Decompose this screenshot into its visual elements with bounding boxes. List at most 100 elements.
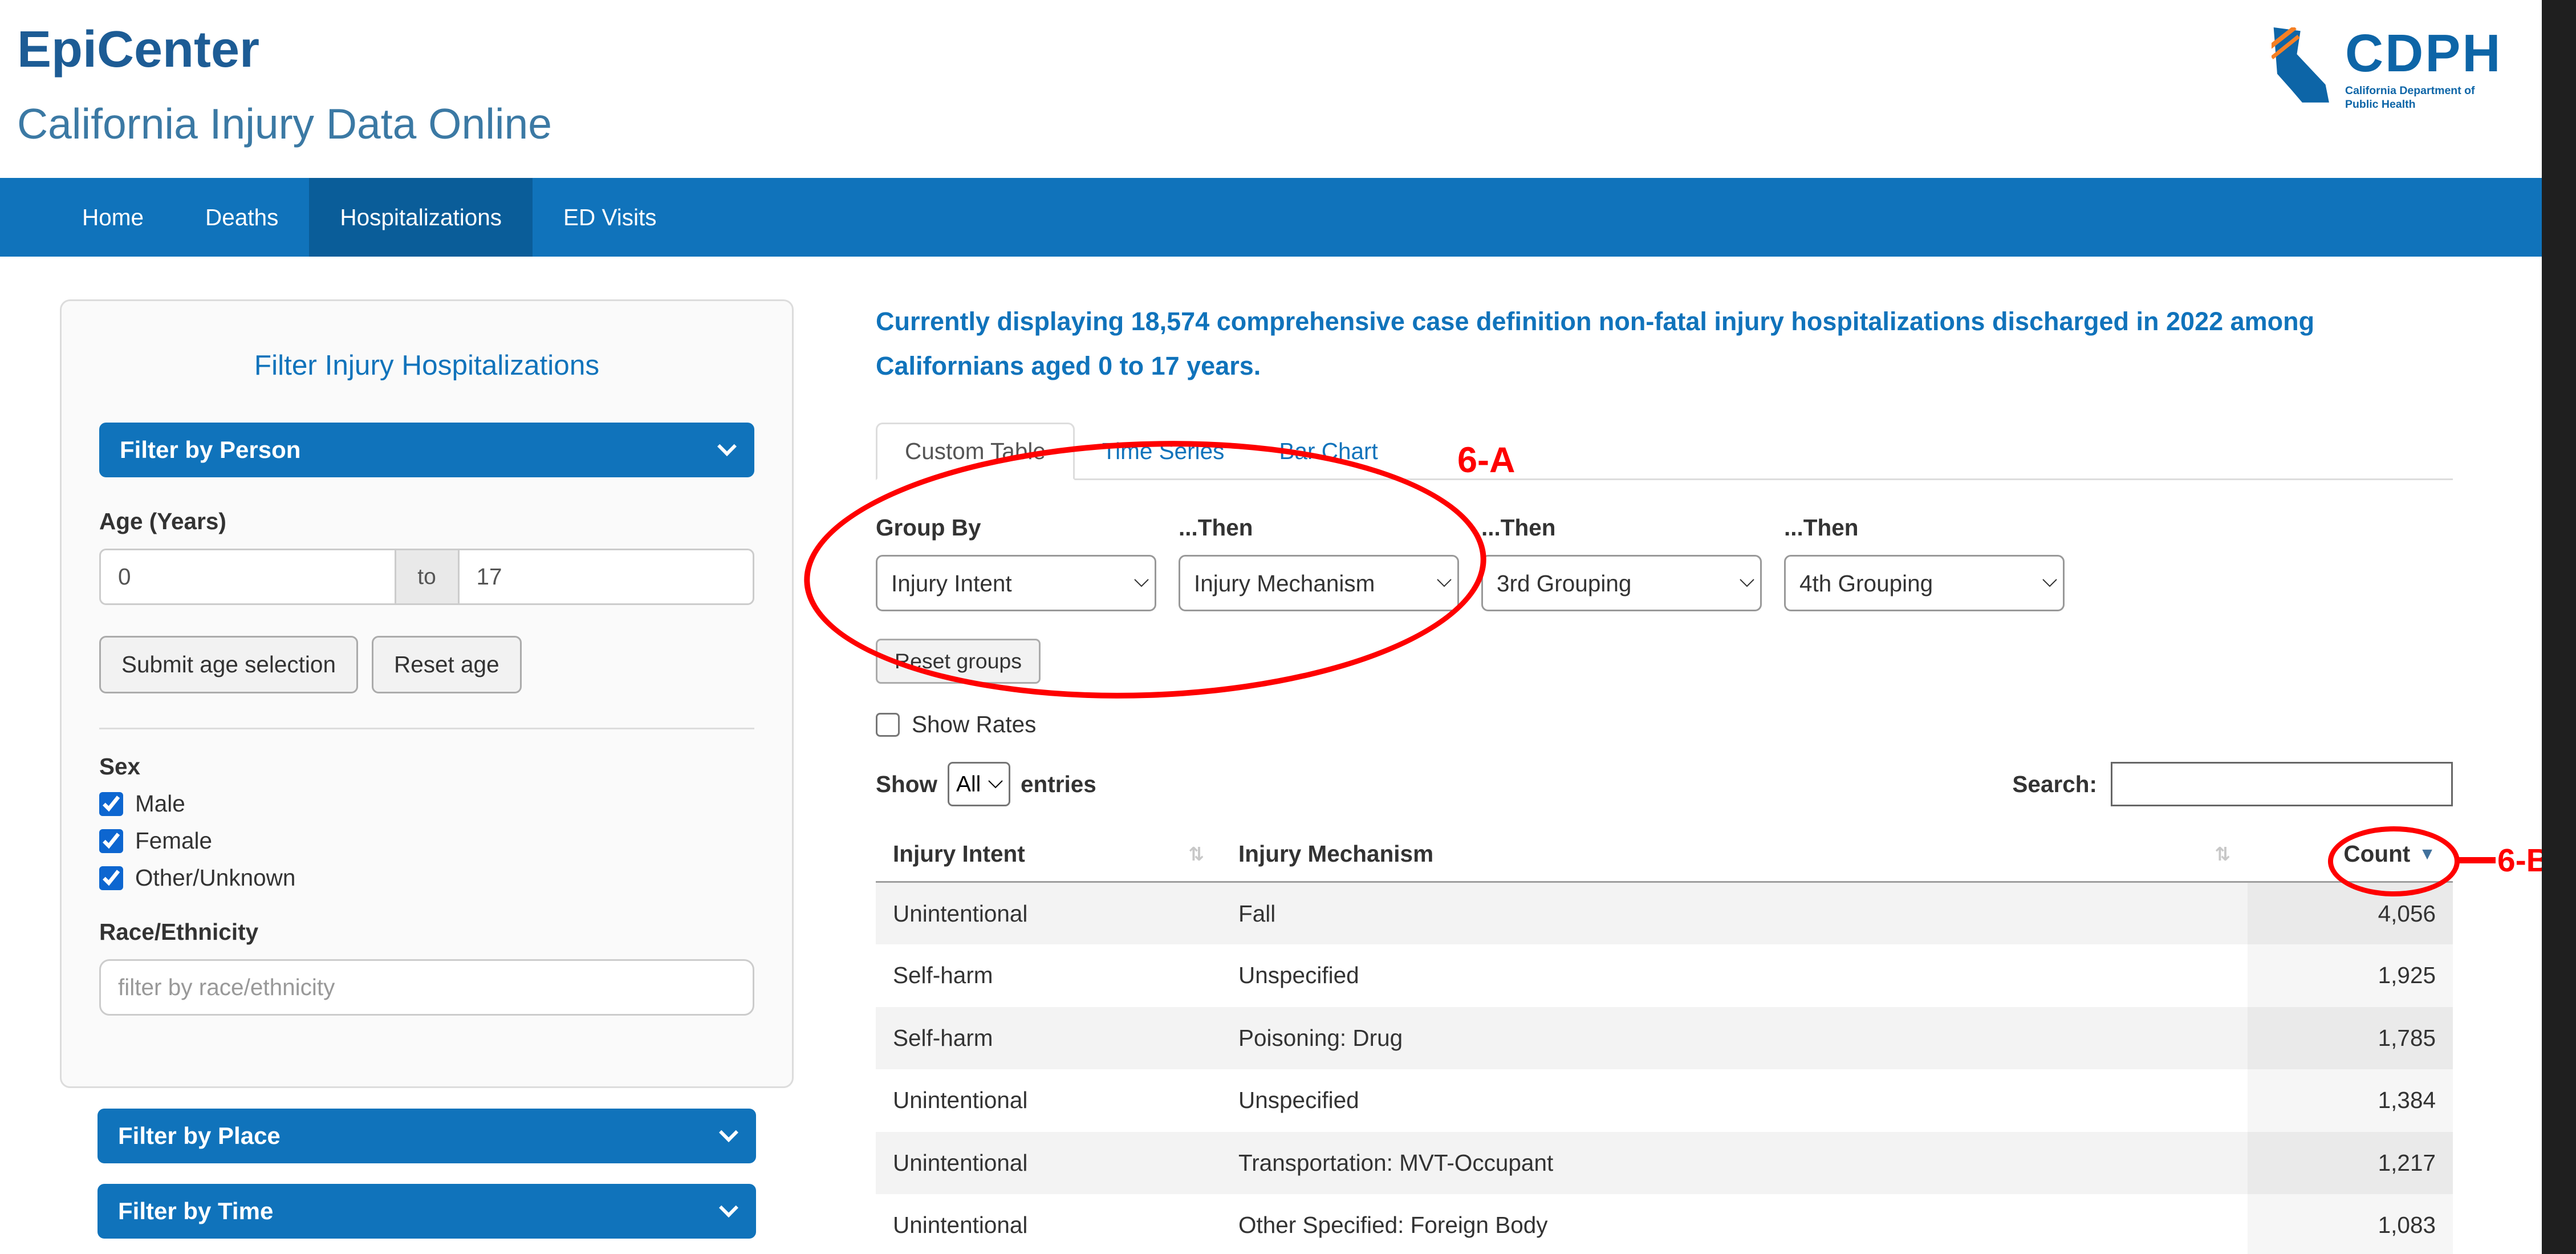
- injury-mechanism-cell: Poisoning: Drug: [1221, 1007, 2248, 1070]
- filter-by-place-header[interactable]: Filter by Place: [97, 1109, 756, 1163]
- female-checkbox[interactable]: [99, 829, 123, 853]
- sort-desc-icon: ▼: [2419, 845, 2436, 864]
- cdph-logo-text: CDPH California Department of Public Hea…: [2345, 27, 2502, 111]
- count-cell: 1,925: [2248, 944, 2453, 1007]
- filter-panel: Filter Injury Hospitalizations Filter by…: [60, 299, 794, 1088]
- show-rates-row[interactable]: Show Rates: [876, 711, 2453, 738]
- female-checkbox-label: Female: [135, 827, 212, 854]
- then-3-select[interactable]: 3rd Grouping: [1481, 555, 1762, 611]
- count-cell: 4,056: [2248, 882, 2453, 945]
- cdph-caption-line2: Public Health: [2345, 98, 2416, 111]
- then-2-label: ...Then: [1179, 514, 1459, 541]
- tab-bar: Custom Table Time Series Bar Chart: [876, 423, 2453, 480]
- injury-intent-header-label: Injury Intent: [893, 841, 1025, 867]
- main-nav: Home Deaths Hospitalizations ED Visits: [0, 178, 2576, 257]
- injury-intent-cell: Self-harm: [876, 944, 1221, 1007]
- grouping-column-4: ...Then 4th Grouping: [1784, 514, 2065, 611]
- reset-groups-button[interactable]: Reset groups: [876, 639, 1041, 684]
- injury-intent-cell: Unintentional: [876, 882, 1221, 945]
- table-row: Unintentional Other Specified: Foreign B…: [876, 1194, 2453, 1254]
- length-control: Show All entries: [876, 762, 1096, 806]
- nav-item-hospitalizations[interactable]: Hospitalizations: [309, 178, 533, 257]
- sort-icon: ⇅: [1188, 843, 1204, 865]
- count-cell: 1,785: [2248, 1007, 2453, 1070]
- chevron-down-icon: [719, 1123, 738, 1142]
- injury-intent-cell: Unintentional: [876, 1069, 1221, 1132]
- cdph-acronym: CDPH: [2345, 27, 2502, 79]
- male-checkbox-label: Male: [135, 790, 185, 817]
- filter-by-person-body: Age (Years) to Submit age selection Rese…: [99, 508, 754, 1016]
- sex-option-male[interactable]: Male: [99, 790, 754, 817]
- filter-by-person-label: Filter by Person: [120, 436, 300, 464]
- app-subtitle: California Injury Data Online: [17, 99, 552, 148]
- table-row: Unintentional Fall 4,056: [876, 882, 2453, 945]
- age-min-input[interactable]: [99, 549, 396, 605]
- table-row: Self-harm Poisoning: Drug 1,785: [876, 1007, 2453, 1070]
- reset-age-button[interactable]: Reset age: [372, 636, 522, 693]
- count-cell: 1,083: [2248, 1194, 2453, 1254]
- nav-item-ed-visits[interactable]: ED Visits: [533, 178, 688, 257]
- male-checkbox[interactable]: [99, 792, 123, 816]
- column-header-injury-mechanism[interactable]: Injury Mechanism ⇅: [1221, 827, 2248, 882]
- sex-option-female[interactable]: Female: [99, 827, 754, 854]
- tab-time-series[interactable]: Time Series: [1075, 424, 1252, 478]
- tab-custom-table[interactable]: Custom Table: [876, 423, 1075, 480]
- status-message: Currently displaying 18,574 comprehensiv…: [876, 299, 2453, 388]
- entries-select[interactable]: All: [948, 762, 1010, 806]
- injury-mechanism-cell: Transportation: MVT-Occupant: [1221, 1132, 2248, 1195]
- injury-mechanism-cell: Other Specified: Foreign Body: [1221, 1194, 2248, 1254]
- search-control: Search:: [2012, 762, 2453, 806]
- table-row: Unintentional Unspecified 1,384: [876, 1069, 2453, 1132]
- search-input[interactable]: [2111, 762, 2453, 806]
- chevron-down-icon: [719, 1198, 738, 1218]
- sex-label: Sex: [99, 753, 754, 780]
- main-content: Currently displaying 18,574 comprehensiv…: [876, 299, 2453, 1254]
- column-header-injury-intent[interactable]: Injury Intent ⇅: [876, 827, 1221, 882]
- annotation-label-6a: 6-A: [1457, 440, 1515, 481]
- age-label: Age (Years): [99, 508, 754, 535]
- show-label: Show: [876, 771, 937, 798]
- divider: [99, 728, 754, 729]
- injury-mechanism-cell: Unspecified: [1221, 944, 2248, 1007]
- table-row: Self-harm Unspecified 1,925: [876, 944, 2453, 1007]
- injury-mechanism-cell: Unspecified: [1221, 1069, 2248, 1132]
- grouping-column-3: ...Then 3rd Grouping: [1481, 514, 1762, 611]
- grouping-column-1: Group By Injury Intent: [876, 514, 1156, 611]
- count-cell: 1,384: [2248, 1069, 2453, 1132]
- filter-by-time-label: Filter by Time: [118, 1198, 273, 1225]
- show-rates-checkbox[interactable]: [876, 713, 900, 737]
- nav-item-home[interactable]: Home: [51, 178, 174, 257]
- age-to-label: to: [396, 549, 458, 605]
- sex-option-other-unknown[interactable]: Other/Unknown: [99, 865, 754, 891]
- age-max-input[interactable]: [458, 549, 755, 605]
- injury-intent-cell: Self-harm: [876, 1007, 1221, 1070]
- race-ethnicity-label: Race/Ethnicity: [99, 919, 754, 945]
- cdph-caption-line1: California Department of: [2345, 84, 2475, 97]
- page: EpiCenter California Injury Data Online …: [0, 0, 2576, 1254]
- chevron-down-icon: [717, 437, 737, 456]
- age-input-group: to: [99, 549, 754, 605]
- grouping-controls: Group By Injury Intent ...Then Injury Me…: [876, 514, 2453, 611]
- other-unknown-checkbox-label: Other/Unknown: [135, 865, 295, 891]
- filter-by-time-header[interactable]: Filter by Time: [97, 1184, 756, 1239]
- app-title: EpiCenter: [17, 21, 259, 79]
- annotation-line-6b: [2456, 857, 2496, 863]
- submit-age-button[interactable]: Submit age selection: [99, 636, 358, 693]
- count-cell: 1,217: [2248, 1132, 2453, 1195]
- screen-edge-strip: [2542, 0, 2576, 1254]
- then-4-select[interactable]: 4th Grouping: [1784, 555, 2065, 611]
- other-unknown-checkbox[interactable]: [99, 866, 123, 890]
- filter-by-person-header[interactable]: Filter by Person: [99, 423, 754, 477]
- column-header-count[interactable]: Count ▼: [2248, 827, 2453, 882]
- injury-mechanism-cell: Fall: [1221, 882, 2248, 945]
- group-by-select[interactable]: Injury Intent: [876, 555, 1156, 611]
- tab-bar-chart[interactable]: Bar Chart: [1252, 424, 1405, 478]
- then-2-select[interactable]: Injury Mechanism: [1179, 555, 1459, 611]
- then-4-label: ...Then: [1784, 514, 2065, 541]
- race-ethnicity-input[interactable]: [99, 959, 754, 1016]
- grouping-column-2: ...Then Injury Mechanism: [1179, 514, 1459, 611]
- injury-mechanism-header-label: Injury Mechanism: [1238, 841, 1433, 867]
- entries-label: entries: [1021, 771, 1096, 798]
- age-buttons-row: Submit age selection Reset age: [99, 636, 754, 693]
- nav-item-deaths[interactable]: Deaths: [174, 178, 309, 257]
